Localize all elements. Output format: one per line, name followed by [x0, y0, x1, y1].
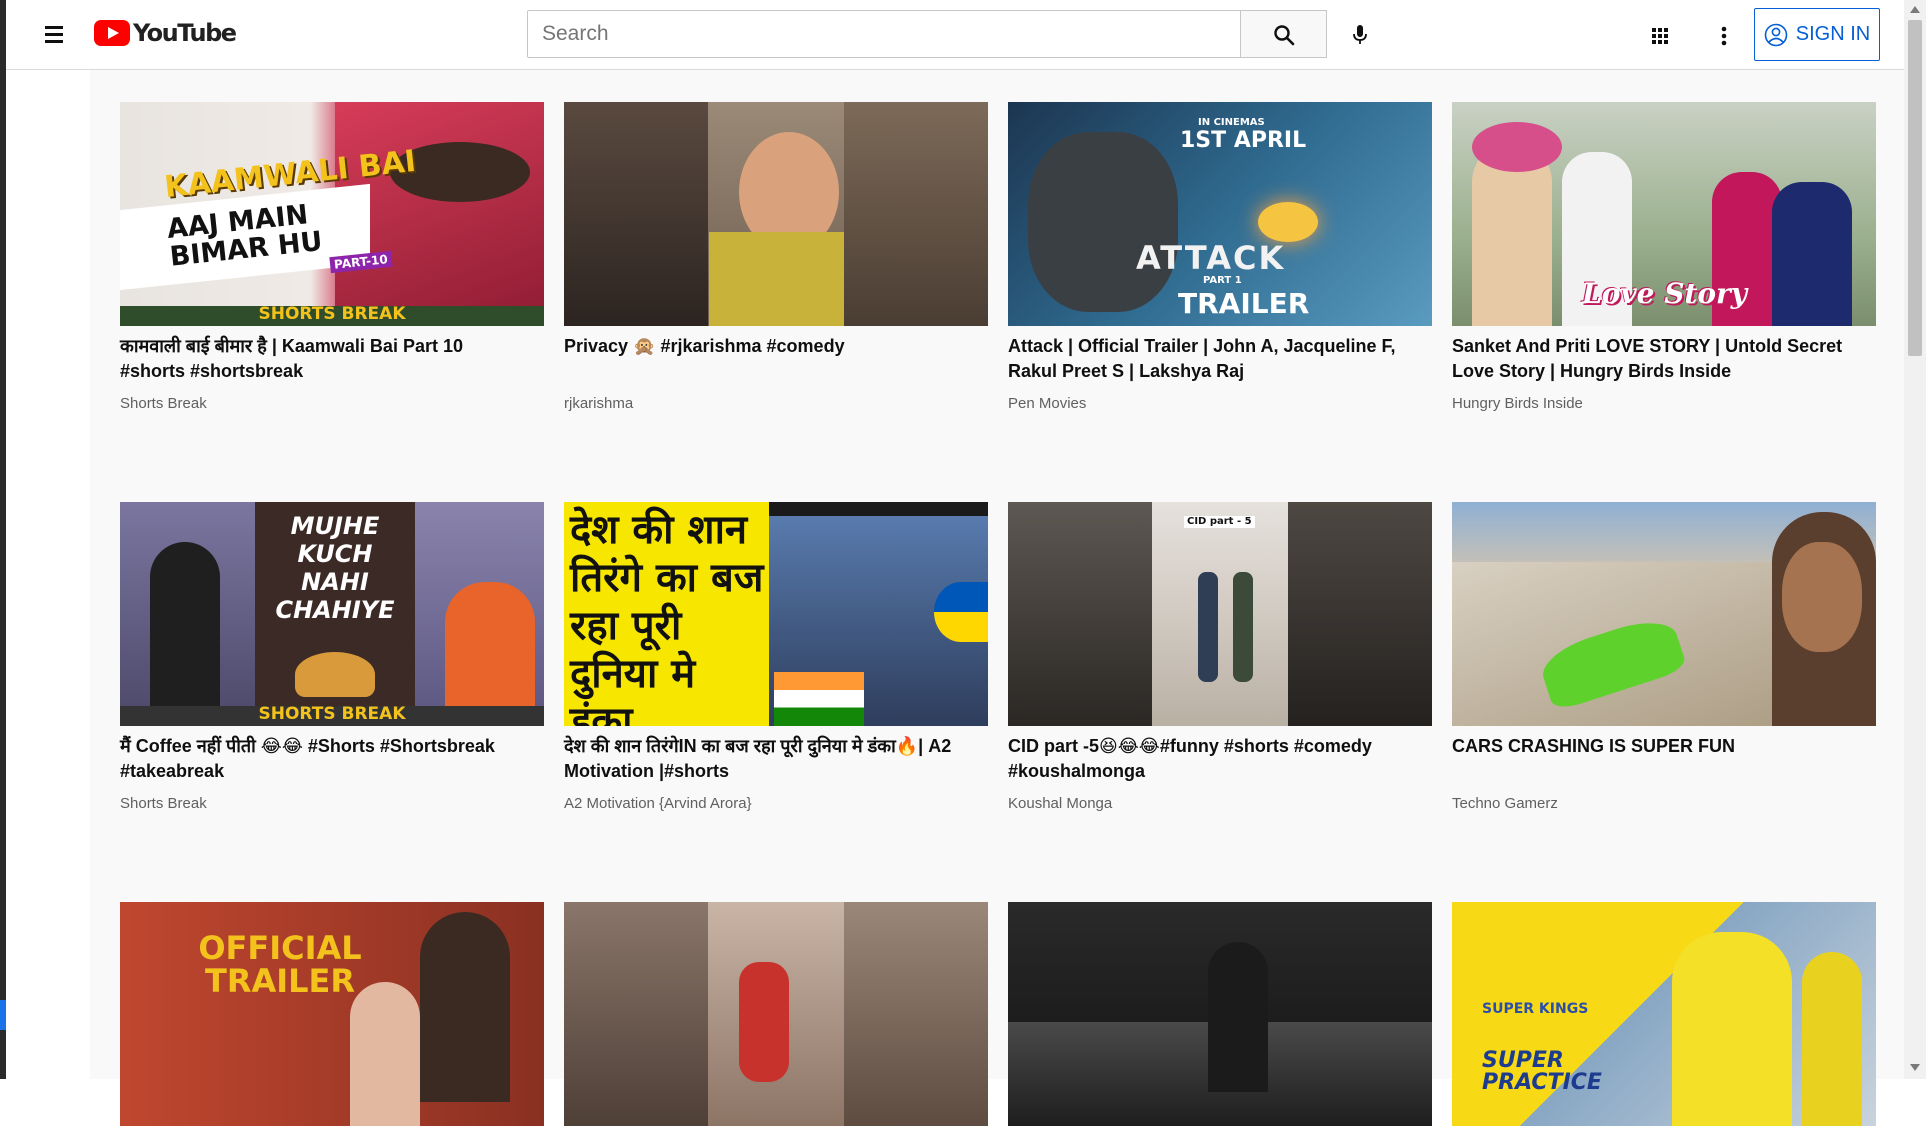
- thumbnail-text: SHORTS BREAK: [120, 305, 544, 326]
- video-thumbnail[interactable]: [1452, 502, 1876, 726]
- sign-in-label: SIGN IN: [1795, 23, 1871, 45]
- channel-name[interactable]: Shorts Break: [120, 795, 207, 812]
- more-vertical-icon: [1721, 26, 1727, 46]
- video-thumbnail[interactable]: [564, 102, 988, 326]
- video-title[interactable]: Privacy 🙊 #rjkarishma #comedy: [564, 334, 974, 359]
- thumbnail-text: TRAILER: [1178, 287, 1310, 320]
- apps-button[interactable]: [1646, 22, 1674, 50]
- scroll-thumb[interactable]: [1908, 20, 1922, 356]
- video-thumbnail[interactable]: देश की शान तिरंगे का बज रहा पूरी दुनिया …: [564, 502, 988, 726]
- thumbnail-text: देश की शान तिरंगे का बज रहा पूरी दुनिया …: [570, 507, 764, 726]
- video-card[interactable]: KAAMWALI BAI AAJ MAIN BIMAR HU PART-10 S…: [120, 102, 544, 412]
- video-title[interactable]: CID part -5😆😂😂#funny #shorts #comedy #ko…: [1008, 734, 1418, 784]
- settings-more-button[interactable]: [1710, 22, 1738, 50]
- mini-guide-area: [6, 70, 90, 1079]
- channel-name[interactable]: rjkarishma: [564, 395, 633, 412]
- video-title[interactable]: देश की शान तिरंगेIN का बज रहा पूरी दुनिय…: [564, 734, 974, 784]
- thumbnail-text: ATTACK: [1136, 239, 1286, 277]
- video-thumbnail[interactable]: KAAMWALI BAI AAJ MAIN BIMAR HU PART-10 S…: [120, 102, 544, 326]
- thumbnail-text: OFFICIAL TRAILER: [198, 929, 362, 1000]
- channel-name[interactable]: Shorts Break: [120, 395, 207, 412]
- video-thumbnail[interactable]: [1008, 902, 1432, 1126]
- video-title[interactable]: Sanket And Priti LOVE STORY | Untold Sec…: [1452, 334, 1862, 384]
- search-icon: [1274, 25, 1295, 46]
- channel-name[interactable]: Pen Movies: [1008, 395, 1086, 412]
- scroll-down-arrow-icon[interactable]: [1910, 1064, 1920, 1071]
- video-thumbnail[interactable]: SUPER KINGS SUPER PRACTICE: [1452, 902, 1876, 1126]
- video-title[interactable]: कामवाली बाई बीमार है | Kaamwali Bai Part…: [120, 334, 530, 384]
- video-card[interactable]: IN CINEMAS 1ST APRIL ATTACK PART 1 TRAIL…: [1008, 102, 1432, 412]
- thumbnail-text: 1ST APRIL: [1180, 128, 1307, 153]
- video-title[interactable]: Attack | Official Trailer | John A, Jacq…: [1008, 334, 1418, 384]
- video-thumbnail[interactable]: CID part - 5: [1008, 502, 1432, 726]
- video-title[interactable]: CARS CRASHING IS SUPER FUN: [1452, 734, 1862, 759]
- thumbnail-text: MUJHE KUCH NAHI CHAHIYE: [275, 512, 395, 624]
- video-thumbnail[interactable]: IN CINEMAS 1ST APRIL ATTACK PART 1 TRAIL…: [1008, 102, 1432, 326]
- page-scrollbar[interactable]: [1904, 0, 1926, 1079]
- video-grid: KAAMWALI BAI AAJ MAIN BIMAR HU PART-10 S…: [90, 70, 1904, 1126]
- video-thumbnail[interactable]: OFFICIAL TRAILER: [120, 902, 544, 1126]
- video-card[interactable]: Privacy 🙊 #rjkarishma #comedy rjkarishma: [564, 102, 988, 412]
- video-card[interactable]: SUPER KINGS SUPER PRACTICE: [1452, 902, 1876, 1126]
- video-thumbnail[interactable]: MUJHE KUCH NAHI CHAHIYE SHORTS BREAK: [120, 502, 544, 726]
- logo-text: YouTube: [133, 19, 237, 47]
- video-card[interactable]: CID part - 5 CID part -5😆😂😂#funny #short…: [1008, 502, 1432, 812]
- apps-grid-icon: [1652, 28, 1668, 44]
- thumbnail-text: Love Story: [1582, 277, 1748, 310]
- account-circle-icon: [1764, 23, 1788, 46]
- microphone-icon: [1353, 25, 1367, 44]
- thumbnail-text: SUPER KINGS: [1482, 1001, 1589, 1017]
- thumbnail-text: IN CINEMAS: [1198, 117, 1265, 128]
- scroll-up-arrow-icon[interactable]: [1910, 6, 1920, 13]
- video-card[interactable]: देश की शान तिरंगे का बज रहा पूरी दुनिया …: [564, 502, 988, 812]
- video-card[interactable]: CARS CRASHING IS SUPER FUN Techno Gamerz: [1452, 502, 1876, 812]
- search-input[interactable]: [527, 10, 1241, 58]
- video-card[interactable]: OFFICIAL TRAILER: [120, 902, 544, 1126]
- video-card[interactable]: [564, 902, 988, 1126]
- thumbnail-text: PART 1: [1203, 275, 1242, 286]
- video-thumbnail[interactable]: [564, 902, 988, 1126]
- youtube-logo[interactable]: YouTube: [94, 18, 237, 48]
- voice-search-button[interactable]: [1342, 17, 1378, 53]
- thumbnail-text: SHORTS BREAK: [120, 705, 544, 726]
- video-card[interactable]: [1008, 902, 1432, 1126]
- search-button[interactable]: [1241, 10, 1327, 58]
- channel-name[interactable]: A2 Motivation {Arvind Arora}: [564, 795, 752, 812]
- thumbnail-text: CID part - 5: [1184, 516, 1255, 529]
- video-card[interactable]: Love Story Sanket And Priti LOVE STORY |…: [1452, 102, 1876, 412]
- channel-name[interactable]: Hungry Birds Inside: [1452, 395, 1583, 412]
- channel-name[interactable]: Koushal Monga: [1008, 795, 1112, 812]
- masthead: YouTube SIGN IN: [6, 0, 1904, 70]
- video-card[interactable]: MUJHE KUCH NAHI CHAHIYE SHORTS BREAK मैं…: [120, 502, 544, 812]
- video-thumbnail[interactable]: Love Story: [1452, 102, 1876, 326]
- menu-icon[interactable]: [41, 22, 67, 48]
- sign-in-button[interactable]: SIGN IN: [1754, 8, 1880, 61]
- video-title[interactable]: मैं Coffee नहीं पीती 😂😂 #Shorts #Shortsb…: [120, 734, 530, 784]
- youtube-play-icon: [94, 20, 130, 46]
- channel-name[interactable]: Techno Gamerz: [1452, 795, 1558, 812]
- thumbnail-text: SUPER PRACTICE: [1482, 1048, 1602, 1096]
